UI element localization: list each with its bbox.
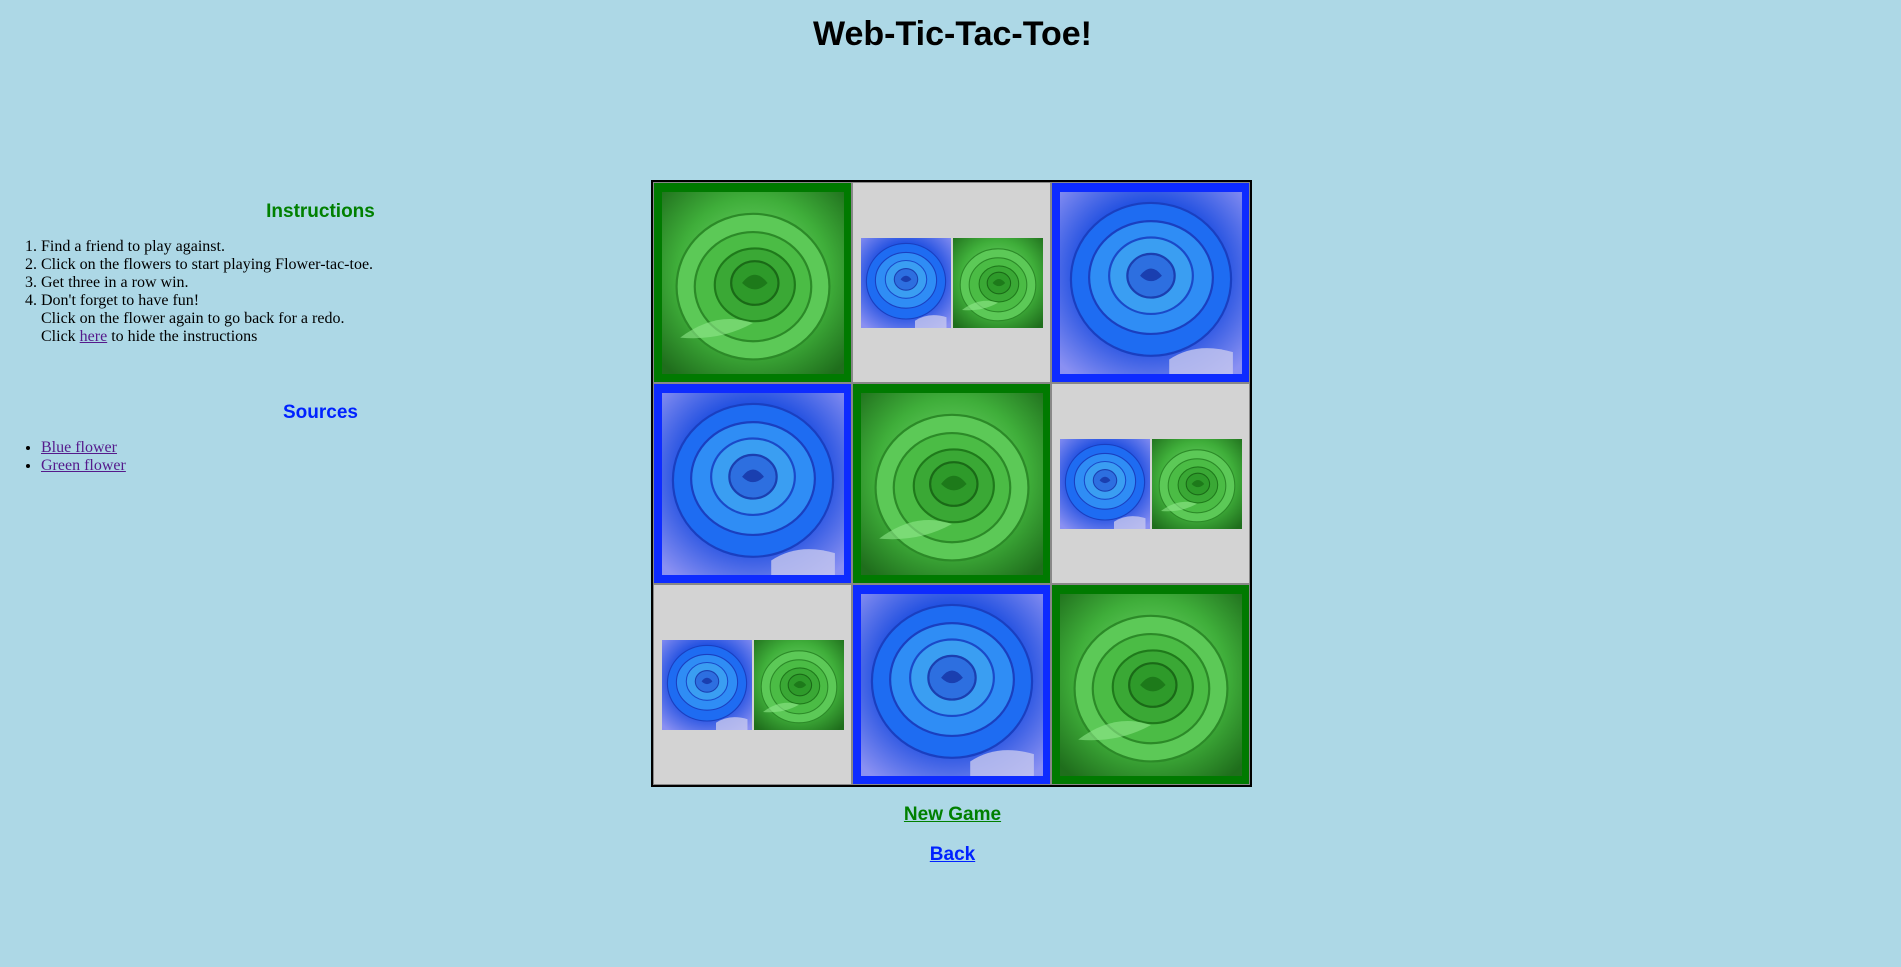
sources-panel: Sources Blue flower Green flower	[0, 401, 641, 475]
hide-suffix: to hide the instructions	[111, 328, 258, 345]
source-item: Green flower	[41, 457, 641, 475]
blue-rose-icon[interactable]	[861, 238, 951, 328]
green-rose-icon	[861, 393, 1043, 575]
blue-rose-icon	[1060, 192, 1242, 374]
sources-list: Blue flower Green flower	[0, 439, 641, 475]
green-rose-icon	[1060, 594, 1242, 776]
instruction-step: Get three in a row win.	[41, 274, 641, 292]
green-rose-icon	[662, 192, 844, 374]
green-rose-icon[interactable]	[754, 640, 844, 730]
board-cell[interactable]	[852, 584, 1051, 785]
blue-flower-source-link[interactable]: Blue flower	[41, 439, 117, 456]
board-cell[interactable]	[653, 182, 852, 383]
hide-instructions-link[interactable]: here	[80, 328, 108, 345]
green-rose-icon[interactable]	[1152, 439, 1242, 529]
source-item: Blue flower	[41, 439, 641, 457]
board-cell[interactable]	[852, 383, 1051, 584]
sources-heading: Sources	[283, 402, 358, 423]
board-cell[interactable]	[653, 383, 852, 584]
blue-rose-icon	[662, 393, 844, 575]
hide-instructions-note: Click here to hide the instructions	[41, 328, 641, 346]
game-board	[651, 180, 1252, 787]
new-game-link[interactable]: New Game	[904, 804, 1001, 825]
instruction-step: Find a friend to play against.	[41, 238, 641, 256]
flower-choice-pair	[853, 238, 1050, 328]
instructions-list: Find a friend to play against. Click on …	[0, 238, 641, 310]
back-wrap: Back	[0, 843, 1901, 867]
flower-choice-pair	[654, 640, 851, 730]
board-cell[interactable]	[852, 182, 1051, 383]
blue-rose-icon	[861, 594, 1043, 776]
page-title: Web-Tic-Tac-Toe!	[813, 15, 1092, 53]
green-flower-source-link[interactable]: Green flower	[41, 457, 126, 474]
flower-choice-pair	[1052, 439, 1249, 529]
blue-rose-icon[interactable]	[1060, 439, 1150, 529]
hide-prefix: Click	[41, 328, 76, 345]
instruction-step: Don't forget to have fun!	[41, 292, 641, 310]
board-cell[interactable]	[653, 584, 852, 785]
green-rose-icon[interactable]	[953, 238, 1043, 328]
back-link[interactable]: Back	[930, 844, 975, 865]
new-game-wrap: New Game	[0, 803, 1901, 827]
redo-note: Click on the flower again to go back for…	[41, 310, 345, 327]
instruction-step: Click on the flowers to start playing Fl…	[41, 256, 641, 274]
instructions-panel: Instructions Find a friend to play again…	[0, 200, 641, 346]
board-cell[interactable]	[1051, 584, 1250, 785]
board-cell[interactable]	[1051, 383, 1250, 584]
instructions-heading: Instructions	[266, 201, 375, 222]
board-cell[interactable]	[1051, 182, 1250, 383]
blue-rose-icon[interactable]	[662, 640, 752, 730]
